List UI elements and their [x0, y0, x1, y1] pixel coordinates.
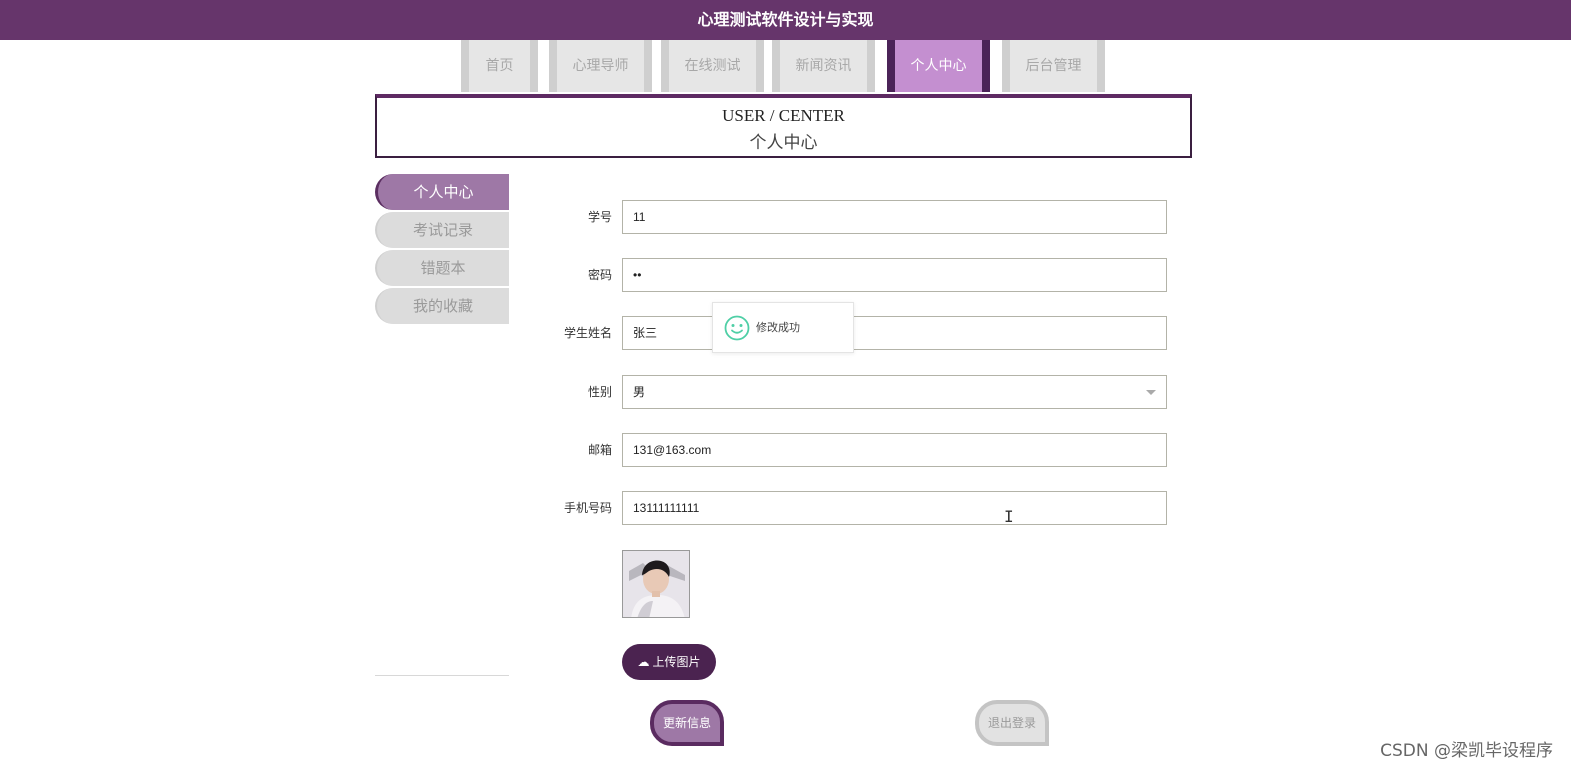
form-row-gender: 性别 男: [540, 375, 1170, 409]
sidebar-item-wrong-questions[interactable]: 错题本: [375, 250, 509, 286]
phone-input[interactable]: 13111111111: [622, 491, 1167, 525]
nav-mentors[interactable]: 心理导师: [549, 40, 652, 92]
name-input[interactable]: 张三: [622, 316, 1167, 350]
gender-label: 性别: [587, 385, 612, 399]
form-row-name: 学生姓名 张三: [540, 316, 1170, 350]
watermark: CSDN @梁凯毕设程序: [1380, 741, 1553, 761]
banner-title-en: USER / CENTER: [722, 106, 845, 125]
nav-home[interactable]: 首页: [461, 40, 538, 92]
sidebar-divider: [375, 675, 509, 676]
success-toast: 修改成功: [712, 302, 854, 353]
nav-admin[interactable]: 后台管理: [1002, 40, 1105, 92]
sidebar: 个人中心 考试记录 错题本 我的收藏: [375, 174, 509, 326]
app-title: 心理测试软件设计与实现: [697, 10, 874, 29]
upload-button-label: 上传图片: [652, 655, 701, 669]
phone-label: 手机号码: [563, 501, 612, 515]
form-row-email: 邮箱 131@163.com: [540, 433, 1170, 467]
email-input[interactable]: 131@163.com: [622, 433, 1167, 467]
student-id-label: 学号: [587, 210, 612, 224]
form-row-phone: 手机号码 13111111111: [540, 491, 1170, 525]
update-info-button[interactable]: 更新信息: [650, 700, 724, 746]
text-cursor-icon: I: [1004, 507, 1014, 526]
sidebar-item-exam-records[interactable]: 考试记录: [375, 212, 509, 248]
password-input[interactable]: ••: [622, 258, 1167, 292]
name-label: 学生姓名: [563, 326, 612, 340]
avatar: [622, 550, 690, 618]
nav-online-test[interactable]: 在线测试: [661, 40, 764, 92]
form-row-student-id: 学号 11: [540, 200, 1170, 234]
gender-select[interactable]: 男: [622, 375, 1167, 409]
banner-title-cn: 个人中心: [749, 133, 818, 152]
toast-message: 修改成功: [756, 321, 800, 334]
upload-image-button[interactable]: ☁ 上传图片: [622, 644, 716, 680]
student-id-input[interactable]: 11: [622, 200, 1167, 234]
cloud-upload-icon: ☁: [637, 655, 650, 669]
sidebar-item-favorites[interactable]: 我的收藏: [375, 288, 509, 324]
email-label: 邮箱: [587, 443, 612, 457]
logout-button[interactable]: 退出登录: [975, 700, 1049, 746]
section-banner: USER / CENTER 个人中心: [375, 94, 1192, 158]
chevron-down-icon: [1146, 390, 1156, 395]
gender-value: 男: [633, 385, 646, 399]
main-nav: 首页 心理导师 在线测试 新闻资讯 个人中心 后台管理: [0, 40, 1571, 94]
smile-icon: [724, 315, 750, 345]
nav-user-center[interactable]: 个人中心: [887, 40, 990, 92]
app-title-bar: 心理测试软件设计与实现: [0, 0, 1571, 40]
sidebar-item-user-center[interactable]: 个人中心: [375, 174, 509, 210]
avatar-photo: [623, 551, 689, 617]
nav-news[interactable]: 新闻资讯: [772, 40, 875, 92]
password-label: 密码: [587, 268, 612, 282]
form-row-password: 密码 ••: [540, 258, 1170, 292]
